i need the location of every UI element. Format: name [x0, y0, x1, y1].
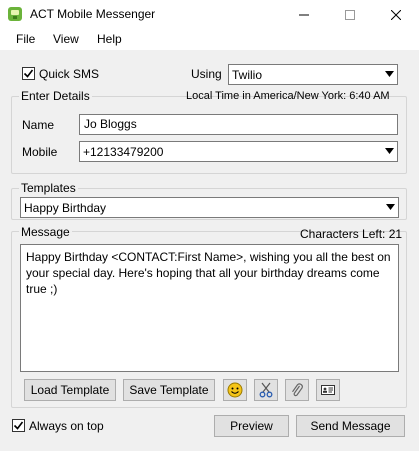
chevron-down-icon — [386, 204, 395, 210]
send-message-button[interactable]: Send Message — [296, 415, 405, 437]
minimize-button[interactable] — [281, 0, 327, 30]
details-group — [11, 96, 407, 174]
templates-group-label: Templates — [19, 181, 78, 195]
load-template-button[interactable]: Load Template — [24, 379, 116, 401]
characters-left-text: Characters Left: 21 — [300, 227, 403, 241]
quick-sms-checkbox[interactable] — [22, 67, 35, 80]
provider-value: Twilio — [232, 68, 263, 82]
name-input[interactable]: Jo Bloggs — [79, 114, 398, 135]
always-on-top-checkbox[interactable] — [12, 419, 25, 432]
message-group-label: Message — [19, 225, 72, 239]
mobile-value: +12133479200 — [83, 145, 164, 159]
details-group-label: Enter Details — [19, 89, 92, 103]
menu-view[interactable]: View — [53, 32, 79, 46]
message-textarea[interactable]: Happy Birthday <CONTACT:First Name>, wis… — [20, 244, 399, 372]
chevron-down-icon — [385, 71, 394, 77]
minimize-icon — [299, 14, 309, 16]
paperclip-icon — [292, 383, 303, 397]
using-label: Using — [191, 67, 222, 81]
template-value: Happy Birthday — [24, 201, 107, 215]
window-title: ACT Mobile Messenger — [30, 7, 156, 21]
maximize-button[interactable] — [327, 0, 373, 30]
cut-button[interactable] — [254, 379, 278, 401]
attach-button[interactable] — [285, 379, 309, 401]
mobile-label: Mobile — [22, 145, 58, 159]
preview-button[interactable]: Preview — [214, 415, 289, 437]
close-button[interactable] — [373, 0, 419, 30]
app-logo-icon — [7, 6, 23, 22]
checkmark-icon — [23, 69, 34, 78]
menu-file[interactable]: File — [16, 32, 35, 46]
local-time-text: Local Time in America/New York: 6:40 AM — [186, 90, 390, 102]
smiley-icon — [227, 382, 243, 398]
close-icon — [391, 10, 401, 20]
chevron-down-icon — [385, 148, 394, 154]
menu-help[interactable]: Help — [97, 32, 122, 46]
name-label: Name — [22, 118, 55, 132]
provider-select[interactable]: Twilio — [228, 64, 398, 85]
insert-contact-button[interactable] — [316, 379, 340, 401]
template-select[interactable]: Happy Birthday — [20, 197, 399, 218]
quick-sms-label: Quick SMS — [39, 67, 100, 81]
scissors-icon — [259, 382, 273, 398]
save-template-button[interactable]: Save Template — [123, 379, 215, 401]
always-on-top-label: Always on top — [29, 419, 104, 433]
checkmark-icon — [13, 421, 24, 430]
insert-emoji-button[interactable] — [223, 379, 247, 401]
contact-card-icon — [321, 385, 335, 395]
maximize-icon — [345, 10, 355, 20]
mobile-select[interactable]: +12133479200 — [79, 141, 398, 162]
